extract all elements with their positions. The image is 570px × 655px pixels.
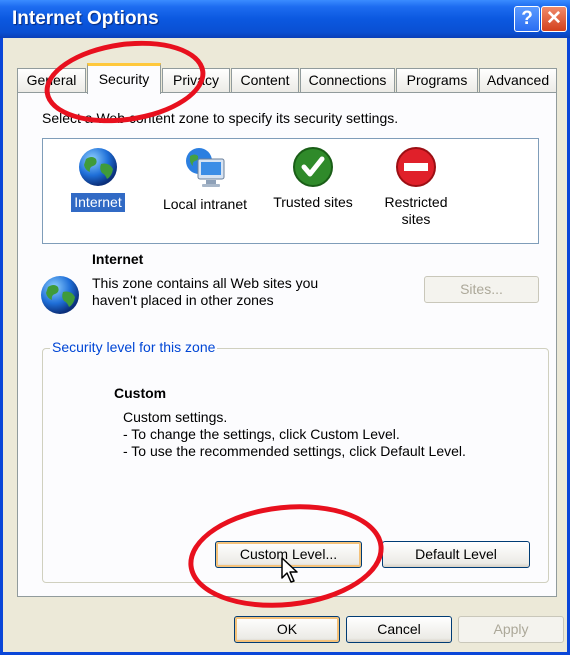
- sites-button[interactable]: Sites...: [424, 276, 539, 303]
- tab-programs[interactable]: Programs: [396, 68, 478, 92]
- tab-advanced[interactable]: Advanced: [479, 68, 557, 92]
- zone-trusted-sites-label: Trusted sites: [273, 194, 353, 210]
- help-button[interactable]: ?: [514, 6, 540, 32]
- apply-button[interactable]: Apply: [458, 616, 564, 643]
- level-line2: - To change the settings, click Custom L…: [123, 426, 400, 442]
- tab-general[interactable]: General: [17, 68, 86, 92]
- zone-local-intranet[interactable]: Local intranet: [153, 145, 257, 214]
- mouse-cursor-icon: [281, 557, 298, 583]
- restricted-icon: [396, 147, 436, 187]
- zone-restricted-sites[interactable]: Restricted sites: [373, 145, 459, 229]
- security-level-group: Security level for this zone Custom Cust…: [42, 339, 549, 583]
- zone-list[interactable]: Internet Local intranet Trusted sites Re…: [42, 138, 539, 244]
- tab-connections[interactable]: Connections: [300, 68, 395, 92]
- zone-restricted-sites-label: Restricted sites: [384, 194, 448, 227]
- zone-description-line2: haven't placed in other zones: [92, 292, 274, 308]
- level-line3: - To use the recommended settings, click…: [123, 443, 466, 459]
- zone-internet-label: Internet: [71, 193, 125, 212]
- zone-description-line1: This zone contains all Web sites you: [92, 275, 319, 291]
- window-title: Internet Options: [12, 8, 159, 29]
- security-tab-panel: Select a Web content zone to specify its…: [17, 92, 557, 597]
- level-line1: Custom settings.: [123, 409, 228, 425]
- ok-button[interactable]: OK: [234, 616, 340, 643]
- security-level-legend: Security level for this zone: [50, 339, 218, 355]
- globe-icon: [41, 276, 79, 314]
- zone-trusted-sites[interactable]: Trusted sites: [265, 145, 361, 212]
- default-level-button[interactable]: Default Level: [382, 541, 530, 568]
- zone-internet[interactable]: Internet: [63, 145, 133, 212]
- zone-instruction: Select a Web content zone to specify its…: [42, 110, 399, 126]
- tab-privacy[interactable]: Privacy: [162, 68, 230, 92]
- close-button[interactable]: ✕: [541, 6, 567, 32]
- tab-content[interactable]: Content: [231, 68, 299, 92]
- cancel-button[interactable]: Cancel: [346, 616, 452, 643]
- monitor-globe-icon: [186, 148, 225, 187]
- checkmark-icon: [293, 147, 333, 187]
- tab-security[interactable]: Security: [87, 63, 161, 94]
- zone-local-intranet-label: Local intranet: [162, 196, 248, 212]
- level-name: Custom: [114, 385, 167, 401]
- zone-name: Internet: [92, 251, 144, 267]
- title-bar[interactable]: Internet Options ? ✕: [0, 0, 570, 38]
- globe-icon: [79, 148, 117, 186]
